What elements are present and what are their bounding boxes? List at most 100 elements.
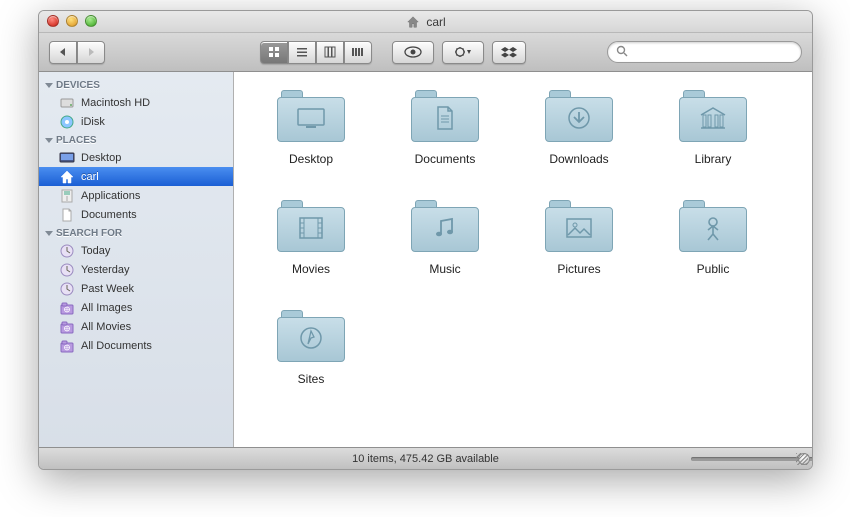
folder-label: Pictures: [557, 262, 600, 276]
quicklook-button[interactable]: [392, 41, 434, 64]
search-icon: [616, 45, 628, 60]
folder-icon: [409, 88, 481, 144]
music-emblem-icon: [432, 215, 458, 244]
folder-label: Sites: [298, 372, 325, 386]
folder-sites[interactable]: Sites: [244, 302, 378, 412]
sidebar-item-documents[interactable]: Documents: [39, 205, 233, 224]
clock-icon: [59, 243, 75, 259]
disclosure-triangle-icon: [45, 138, 53, 143]
folder-label: Documents: [415, 152, 476, 166]
doc-emblem-icon: [433, 104, 457, 135]
folder-documents[interactable]: Documents: [378, 82, 512, 192]
icon-size-slider[interactable]: [691, 454, 786, 464]
hdd-icon: [59, 95, 75, 111]
folder-icon: [275, 198, 347, 254]
disclosure-triangle-icon: [45, 83, 53, 88]
section-label: SEARCH FOR: [56, 228, 122, 239]
folder-icon: [409, 198, 481, 254]
folder-icon: [543, 88, 615, 144]
sidebar-item-desktop[interactable]: Desktop: [39, 148, 233, 167]
sidebar-section-header[interactable]: PLACES: [39, 131, 233, 148]
icon-grid: Desktop Documents Downloads Library Movies Mu…: [234, 72, 812, 422]
picture-emblem-icon: [564, 216, 594, 243]
window-title: carl: [405, 14, 445, 30]
folder-icon: [677, 198, 749, 254]
zoom-button[interactable]: [85, 15, 97, 27]
coverflow-view-button[interactable]: [344, 41, 372, 64]
folder-downloads[interactable]: Downloads: [512, 82, 646, 192]
sidebar-item-label: Documents: [81, 209, 137, 221]
status-text: 10 items, 475.42 GB available: [352, 453, 499, 465]
movie-emblem-icon: [297, 215, 325, 244]
action-cluster: [392, 41, 526, 64]
titlebar[interactable]: carl: [39, 11, 812, 33]
folder-icon: [543, 198, 615, 254]
doc-icon: [59, 207, 75, 223]
close-button[interactable]: [47, 15, 59, 27]
sidebar-section-header[interactable]: SEARCH FOR: [39, 224, 233, 241]
folder-label: Downloads: [549, 152, 608, 166]
sidebar-item-label: Past Week: [81, 283, 134, 295]
sidebar-item-label: Yesterday: [81, 264, 130, 276]
sites-emblem-icon: [297, 324, 325, 355]
nav-group: [49, 41, 105, 64]
folder-label: Library: [695, 152, 732, 166]
sidebar-item-applications[interactable]: Applications: [39, 186, 233, 205]
sidebar-item-yesterday[interactable]: Yesterday: [39, 260, 233, 279]
folder-desktop[interactable]: Desktop: [244, 82, 378, 192]
home-icon: [59, 169, 75, 185]
disclosure-triangle-icon: [45, 231, 53, 236]
sidebar-item-carl[interactable]: carl: [39, 167, 233, 186]
search-input[interactable]: [633, 46, 793, 58]
library-emblem-icon: [698, 105, 728, 134]
folder-label: Desktop: [289, 152, 333, 166]
sidebar-item-today[interactable]: Today: [39, 241, 233, 260]
folder-pictures[interactable]: Pictures: [512, 192, 646, 302]
folder-movies[interactable]: Movies: [244, 192, 378, 302]
sidebar-section-header[interactable]: DEVICES: [39, 76, 233, 93]
download-emblem-icon: [565, 104, 593, 135]
home-icon: [405, 14, 421, 30]
sidebar-item-label: carl: [81, 171, 99, 183]
sidebar-item-label: All Images: [81, 302, 132, 314]
sidebar-item-label: Macintosh HD: [81, 97, 150, 109]
folder-music[interactable]: Music: [378, 192, 512, 302]
dropbox-button[interactable]: [492, 41, 526, 64]
folder-icon: [275, 88, 347, 144]
sidebar-item-label: Applications: [81, 190, 140, 202]
folder-label: Public: [697, 262, 730, 276]
resize-handle[interactable]: [796, 453, 808, 465]
folder-label: Movies: [292, 262, 330, 276]
window-body: DEVICES Macintosh HD iDisk PLACES Desktop car…: [39, 72, 812, 447]
forward-button[interactable]: [77, 41, 105, 64]
sidebar-item-label: Desktop: [81, 152, 121, 164]
icon-view-button[interactable]: [260, 41, 288, 64]
sidebar-item-idisk[interactable]: iDisk: [39, 112, 233, 131]
smart-icon: [59, 338, 75, 354]
status-bar: 10 items, 475.42 GB available: [39, 447, 812, 469]
desktop-emblem-icon: [294, 106, 328, 133]
folder-library[interactable]: Library: [646, 82, 780, 192]
sidebar-item-label: iDisk: [81, 116, 105, 128]
list-view-button[interactable]: [288, 41, 316, 64]
clock-icon: [59, 281, 75, 297]
search-field[interactable]: [607, 41, 802, 63]
finder-window: carl DEVICESMacintosh HDiDiskPLACESDeskt…: [38, 10, 813, 470]
public-emblem-icon: [700, 214, 726, 245]
sidebar-item-all-images[interactable]: All Images: [39, 298, 233, 317]
sidebar-item-past-week[interactable]: Past Week: [39, 279, 233, 298]
minimize-button[interactable]: [66, 15, 78, 27]
folder-public[interactable]: Public: [646, 192, 780, 302]
sidebar-item-macintosh-hd[interactable]: Macintosh HD: [39, 93, 233, 112]
content-area[interactable]: Desktop Documents Downloads Library Movies Mu…: [234, 72, 812, 447]
sidebar: DEVICES Macintosh HD iDisk PLACES Desktop car…: [39, 72, 234, 447]
traffic-lights: [47, 15, 97, 27]
back-button[interactable]: [49, 41, 77, 64]
column-view-button[interactable]: [316, 41, 344, 64]
sidebar-item-all-movies[interactable]: All Movies: [39, 317, 233, 336]
folder-label: Music: [429, 262, 460, 276]
smart-icon: [59, 319, 75, 335]
action-menu-button[interactable]: [442, 41, 484, 64]
desktop-icon: [59, 150, 75, 166]
sidebar-item-all-documents[interactable]: All Documents: [39, 336, 233, 355]
